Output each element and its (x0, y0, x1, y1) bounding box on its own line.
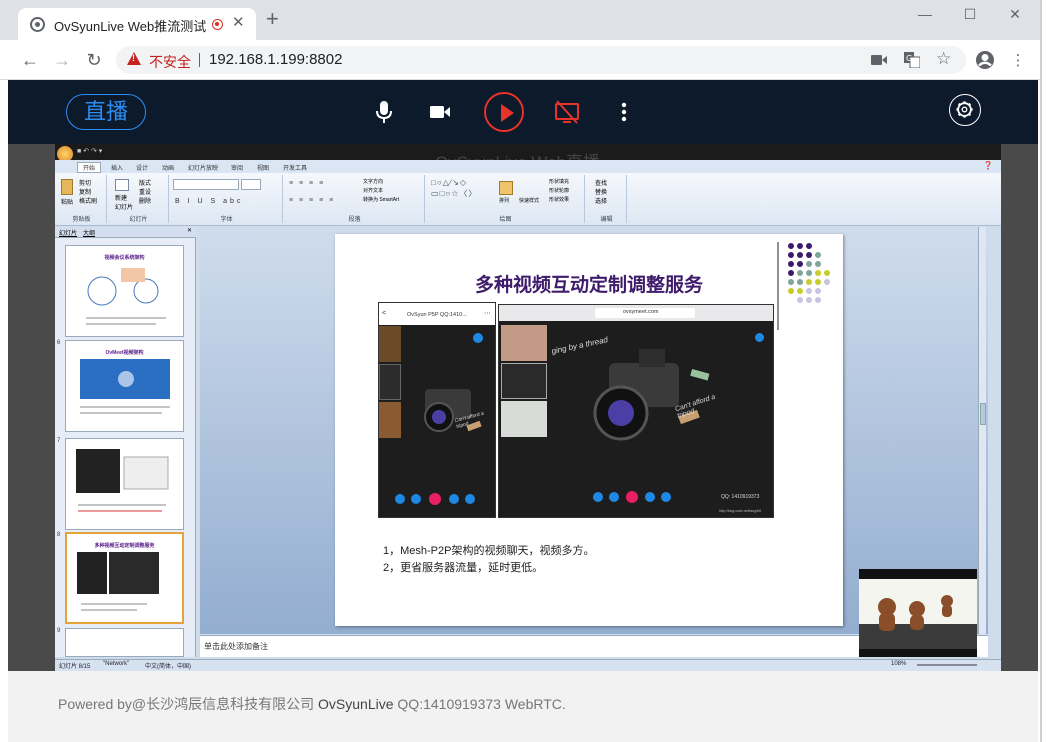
screen-share-off-icon[interactable] (551, 96, 583, 128)
translate-icon[interactable]: G (904, 52, 920, 68)
phone-screenshot: < OvSyun P5P QQ:1410... ⋯ Can't afford a… (378, 302, 496, 518)
bullet-item: 2，更省服务器流量，延时更低。 (383, 562, 544, 574)
status-zoom: 108% (891, 661, 907, 667)
address-bar[interactable]: 不安全 192.168.1.199:8802 G ☆ (116, 46, 966, 74)
phone-header: < OvSyun P5P QQ:1410... ⋯ (379, 303, 495, 325)
recording-icon (212, 19, 223, 30)
tab-title: OvSyunLive Web推流测试 (54, 19, 207, 34)
back-icon[interactable]: ← (18, 50, 42, 70)
font-size-box (241, 179, 261, 190)
decorative-dots (777, 242, 830, 330)
paste-icon (61, 179, 73, 195)
tab-close-button[interactable]: ✕ (232, 13, 245, 31)
ribbon-tab: 幻灯片放映 (188, 166, 219, 172)
browser-tab-strip: OvSyunLive Web推流测试 ✕ + — ☐ ✕ (0, 0, 1040, 40)
page-footer: Powered by@长沙鸿辰信息科技有限公司 OvSyunLive QQ:14… (8, 671, 1038, 742)
maximize-icon[interactable]: ☐ (955, 6, 985, 23)
slide-title: 多种视频互动定制调整服务 (474, 274, 703, 296)
ribbon-group-clipboard: 粘贴 剪切 复制 格式刷 剪贴板 (57, 175, 107, 223)
slide-thumbnail[interactable]: 视频会议系统架构 (65, 245, 184, 337)
call-controls (395, 493, 485, 505)
slide-bullets: 1，Mesh-P2P架构的视频聊天，视频多方。 2，更省服务器流量，延时更低。 (383, 543, 594, 577)
zoom-slider[interactable] (917, 664, 977, 666)
svg-text:G: G (906, 54, 912, 63)
insecure-label[interactable]: 不安全 (149, 52, 191, 72)
slide-thumbnail[interactable] (65, 438, 184, 530)
globe-icon (30, 17, 45, 32)
footer-text: Powered by@长沙鸿辰信息科技有限公司 OvSyunLive QQ:14… (58, 694, 566, 714)
panel-tab-slides[interactable]: 幻灯片 (59, 228, 77, 237)
ribbon-tab: 审阅 (231, 166, 244, 172)
panel-tab-outline[interactable]: 大纲 (83, 228, 95, 237)
tablet-browser-bar: ovsymeet.com (499, 305, 773, 321)
ribbon-group-drawing: □○△∕↘◇ ▭□○☆〈〉 排列 快速样式 形状填充 形状轮廓 形状效果 绘图 (427, 175, 585, 223)
menu-icon[interactable]: ⋮ (1008, 51, 1028, 69)
forward-icon[interactable]: → (50, 50, 74, 70)
tablet-screenshot: ovsymeet.com ging by a thread Can't affo… (498, 304, 774, 518)
divider (199, 53, 200, 67)
profile-icon[interactable] (975, 50, 995, 70)
warning-icon (127, 52, 141, 65)
slide-thumbnail[interactable] (65, 628, 184, 657)
url-text[interactable]: 192.168.1.199:8802 (209, 51, 342, 68)
help-icon: ❓ (983, 161, 993, 170)
panel-tabs: 幻灯片 大纲 ✕ (55, 227, 196, 238)
camera-switch-icon (473, 333, 483, 343)
camera-feed (859, 569, 977, 657)
ribbon-tab: 动画 (162, 166, 175, 172)
ribbon-group-slides: 新建 幻灯片 版式 重设 删除 幻灯片 (109, 175, 169, 223)
window-edge (1040, 0, 1047, 742)
settings-button[interactable] (949, 94, 981, 126)
footer-suffix: QQ:1410919373 WebRTC. (397, 696, 566, 712)
shared-screen-stage: ■ ↶ ↷ ▾ OvSyunLive Web直播 开始 插入 设计 动画 幻灯片… (8, 144, 1038, 671)
play-button[interactable] (484, 92, 524, 132)
ppt-status-bar: 幻灯片 8/15 "Network" 中文(简体，中国) 108% (55, 659, 1001, 671)
scrollbar-thumb[interactable] (980, 403, 986, 425)
scrollbar[interactable] (978, 227, 986, 634)
browser-tab[interactable]: OvSyunLive Web推流测试 ✕ (18, 8, 256, 40)
status-language: 中文(简体，中国) (145, 664, 191, 670)
ribbon-group-font: B I U S abc 字体 (171, 175, 283, 223)
ribbon-tab: 视图 (257, 166, 270, 172)
star-icon[interactable]: ☆ (936, 49, 951, 69)
local-camera-preview (859, 569, 977, 657)
microphone-icon[interactable] (368, 96, 400, 128)
ribbon-tab: 设计 (136, 166, 149, 172)
footer-brand: OvSyunLive (318, 696, 394, 712)
ribbon: 粘贴 剪切 复制 格式刷 剪贴板 新建 幻灯片 版式 重设 删除 幻灯片 B I… (55, 173, 1001, 226)
camera-switch-icon (755, 333, 764, 342)
ribbon-group-paragraph: ≡ ≡ ≡ ≡ 文字方向 对齐文本 转换为 SmartArt ≡ ≡ ≡ ≡ ≡… (285, 175, 425, 223)
font-name-box (173, 179, 239, 190)
live-button[interactable]: 直播 (66, 94, 146, 130)
slide-thumbnail-panel: 幻灯片 大纲 ✕ 视频会议系统架构 6 OvMeet视频架构 7 8 多种视频互… (55, 227, 196, 657)
ppt-titlebar: ■ ↶ ↷ ▾ OvSyunLive Web直播 (55, 144, 1001, 172)
ribbon-tab: 插入 (111, 166, 124, 172)
new-tab-button[interactable]: + (266, 8, 279, 30)
new-slide-icon (115, 179, 129, 191)
minimize-icon[interactable]: — (910, 6, 940, 22)
ribbon-group-editing: 查找 替换 选择 编辑 (587, 175, 627, 223)
arrange-icon (499, 181, 513, 195)
slide-thumbnail[interactable]: OvMeet视频架构 (65, 340, 184, 432)
current-slide[interactable]: 多种视频互动定制调整服务 < OvSyun P5P QQ:1410... ⋯ C… (335, 234, 843, 626)
status-theme: "Network" (103, 661, 130, 667)
more-icon[interactable] (608, 96, 640, 128)
close-icon[interactable]: ✕ (1000, 6, 1030, 23)
ribbon-tabs: 开始 插入 设计 动画 幻灯片放映 审阅 视图 开发工具 ❓ (55, 160, 1001, 173)
camera-permission-icon[interactable] (871, 54, 887, 66)
gear-icon (956, 101, 973, 118)
camera-icon[interactable] (424, 96, 456, 128)
bullet-item: 1，Mesh-P2P架构的视频聊天，视频多方。 (383, 545, 595, 557)
notes-placeholder: 单击此处添加备注 (204, 642, 268, 651)
app-header: 直播 (8, 80, 1038, 144)
browser-toolbar: ← → ↻ 不安全 192.168.1.199:8802 G ☆ ⋮ (0, 40, 1040, 80)
close-icon[interactable]: ✕ (187, 227, 192, 234)
reload-icon[interactable]: ↻ (82, 50, 106, 70)
ribbon-tab: 开发工具 (283, 166, 308, 172)
call-controls (593, 491, 683, 503)
slide-thumbnail-active[interactable]: 多种视频互动定制调整服务 (65, 532, 184, 624)
ribbon-tab-home: 开始 (77, 162, 102, 173)
footer-prefix: Powered by@长沙鸿辰信息科技有限公司 (58, 696, 315, 712)
status-slide-info: 幻灯片 8/15 (59, 664, 91, 670)
